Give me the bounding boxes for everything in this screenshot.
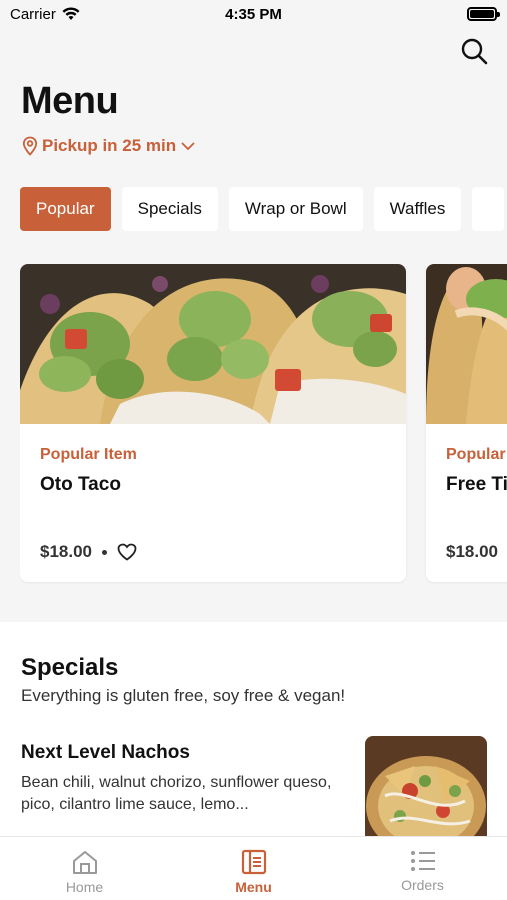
- wifi-icon: [62, 7, 80, 20]
- card-category: Popular: [446, 446, 506, 463]
- menu-book-icon: [241, 849, 266, 875]
- tab-more[interactable]: [472, 187, 505, 231]
- page-title: Menu: [21, 80, 119, 122]
- list-icon: [410, 851, 435, 871]
- taco-image: [20, 264, 406, 424]
- product-card[interactable]: Popular Free Ti $18.00: [426, 264, 507, 582]
- status-left: Carrier: [10, 6, 80, 23]
- product-card[interactable]: Popular Item Oto Taco $18.00: [20, 264, 406, 582]
- tab-home[interactable]: Home: [0, 837, 169, 900]
- special-item-description: Bean chili, walnut chorizo, sunflower qu…: [21, 774, 332, 813]
- carrier-label: Carrier: [10, 5, 56, 23]
- card-price-row: $18.00: [40, 542, 137, 562]
- card-title: Free Ti: [446, 474, 507, 495]
- tab-menu[interactable]: Menu: [169, 837, 338, 900]
- category-tabs: Popular Specials Wrap or Bowl Waffles: [20, 187, 507, 231]
- card-category: Popular Item: [40, 446, 137, 463]
- tab-orders-label: Orders: [401, 877, 444, 893]
- card-price: $18.00: [446, 542, 498, 561]
- tab-wrap-or-bowl[interactable]: Wrap or Bowl: [228, 187, 363, 231]
- home-icon: [72, 851, 97, 874]
- status-bar: Carrier 4:35 PM: [0, 0, 507, 28]
- nachos-image[interactable]: [365, 736, 487, 846]
- taco-image: [426, 264, 507, 424]
- location-pin-icon: [22, 136, 38, 156]
- tab-menu-label: Menu: [235, 879, 272, 895]
- pickup-selector[interactable]: Pickup in 25 min: [22, 136, 196, 156]
- section-title: Specials: [21, 654, 119, 681]
- card-title: Oto Taco: [40, 474, 121, 495]
- search-icon[interactable]: [459, 36, 489, 66]
- tab-specials[interactable]: Specials: [121, 187, 218, 231]
- tab-waffles[interactable]: Waffles: [373, 187, 462, 231]
- popular-carousel: Popular Item Oto Taco $18.00 Popular Fre…: [20, 264, 507, 584]
- bottom-tab-bar: Home Menu Orders: [0, 836, 507, 900]
- tab-home-label: Home: [65, 879, 104, 895]
- chevron-down-icon: [181, 142, 195, 151]
- tab-popular[interactable]: Popular: [20, 187, 111, 231]
- heart-icon[interactable]: [117, 543, 137, 561]
- pickup-label: Pickup in 25 min: [42, 136, 177, 155]
- special-item-name[interactable]: Next Level Nachos: [21, 742, 190, 764]
- separator-dot: [102, 549, 107, 555]
- section-subtitle: Everything is gluten free, soy free & ve…: [21, 686, 346, 705]
- tab-orders[interactable]: Orders: [338, 837, 507, 900]
- battery-icon: [467, 7, 500, 21]
- card-price: $18.00: [40, 542, 92, 561]
- card-price-row: $18.00: [446, 542, 498, 562]
